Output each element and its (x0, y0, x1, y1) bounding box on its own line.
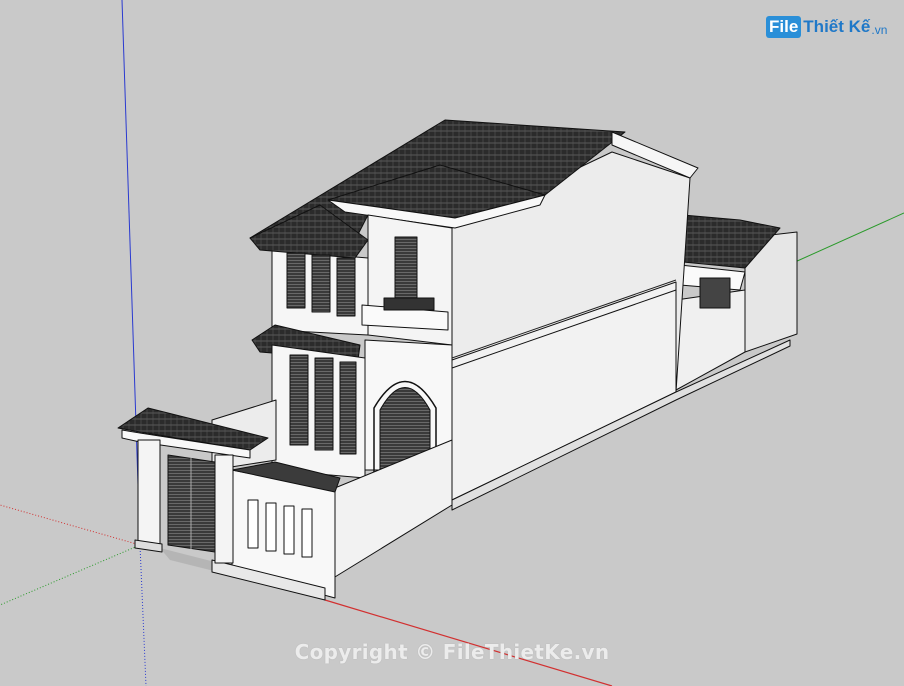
fence-panel-4 (301, 508, 313, 558)
balcony-door (394, 236, 418, 304)
house-model (117, 119, 798, 601)
logo-box: File (766, 16, 802, 38)
filethietke-logo: File Thiết Kế .vn (766, 14, 887, 40)
fence-panel-2 (265, 502, 277, 552)
copyright-watermark: Copyright © FileThietKe.vn (294, 640, 610, 664)
green-axis-dotted (0, 544, 141, 606)
fence-panel-1 (247, 499, 259, 549)
upper-window-2 (311, 254, 331, 313)
balcony-planter (383, 297, 435, 311)
sketchup-viewport (0, 0, 904, 686)
logo-text: Thiết Kế (803, 17, 871, 36)
ground-window-3 (339, 361, 357, 455)
gate-pillar-right (214, 454, 234, 564)
ground-window-1 (289, 354, 309, 446)
rear-annex-door (699, 277, 731, 309)
fence-panel-3 (283, 505, 295, 555)
red-axis-dotted (0, 504, 141, 546)
upper-window-1 (286, 252, 306, 309)
gate-pillar-left (137, 439, 161, 549)
green-axis (794, 212, 904, 263)
ground-window-2 (314, 357, 334, 451)
logo-domain: .vn (871, 22, 888, 37)
blue-axis (121, 0, 141, 546)
blue-axis-dotted (139, 544, 147, 686)
upper-window-3 (336, 257, 356, 317)
